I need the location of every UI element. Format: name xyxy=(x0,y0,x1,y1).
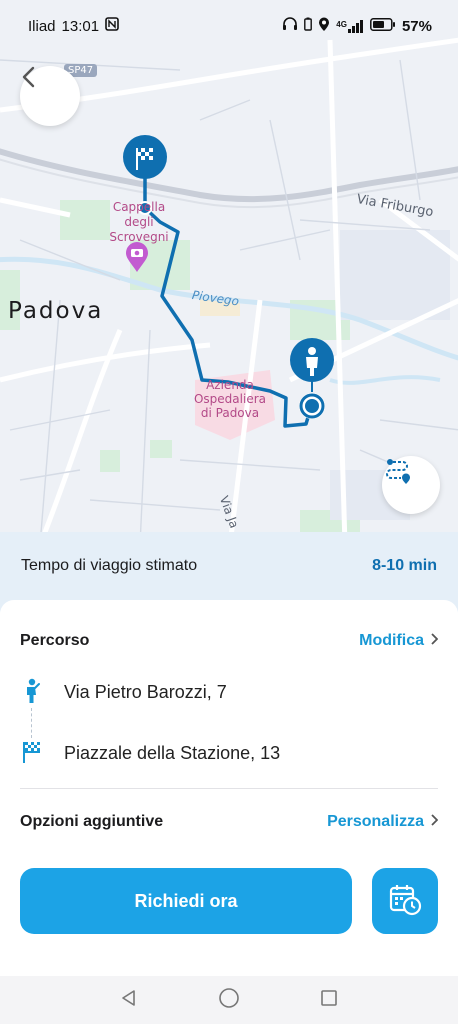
edit-route-link[interactable]: Modifica xyxy=(359,632,439,650)
route-connector xyxy=(31,708,32,738)
battery-percent: 57% xyxy=(401,17,432,35)
map-label-cappella: Cappella degli Scrovegni xyxy=(109,200,169,244)
headphones-icon xyxy=(282,17,298,35)
map-view[interactable]: SP47 Via Friburgo Piovego Padova Cappell… xyxy=(0,0,458,545)
divider xyxy=(20,788,438,789)
clock: 13:01 xyxy=(61,17,100,35)
request-now-button[interactable]: Richiedi ora xyxy=(20,868,352,934)
location-icon xyxy=(318,17,330,36)
map-label-azienda: Azienda Ospedaliera di Padova xyxy=(193,378,266,420)
battery-icon xyxy=(370,17,396,35)
battery-saver-icon xyxy=(304,17,313,35)
options-header: Opzioni aggiuntive Personalizza xyxy=(20,813,439,831)
map-label-city: Padova xyxy=(8,298,104,324)
nav-back-icon[interactable] xyxy=(119,988,139,1013)
signal-icon: 4G xyxy=(336,19,364,33)
status-bar: Iliad 13:01 4G 57% xyxy=(0,0,458,52)
chevron-right-icon xyxy=(430,813,439,831)
nfc-icon xyxy=(105,17,119,35)
options-title: Opzioni aggiuntive xyxy=(20,813,164,830)
pedestrian-icon xyxy=(22,678,40,709)
nav-recents-icon[interactable] xyxy=(319,988,339,1013)
schedule-button[interactable] xyxy=(372,868,438,934)
origin-address[interactable]: Via Pietro Barozzi, 7 xyxy=(64,682,227,703)
back-button[interactable] xyxy=(20,66,80,126)
destination-address[interactable]: Piazzale della Stazione, 13 xyxy=(64,743,280,764)
system-nav-bar xyxy=(0,976,458,1024)
eta-value: 8-10 min xyxy=(372,557,437,574)
chevron-right-icon xyxy=(430,632,439,650)
calendar-clock-icon xyxy=(388,882,422,921)
route-overview-button[interactable] xyxy=(382,456,440,514)
route-header: Percorso Modifica xyxy=(20,632,439,650)
eta-label: Tempo di viaggio stimato xyxy=(21,557,198,574)
nav-home-icon[interactable] xyxy=(218,987,240,1014)
booking-sheet: Percorso Modifica Via Pietro Barozzi, 7 … xyxy=(0,600,458,976)
carrier-label: Iliad xyxy=(28,17,56,35)
customize-link[interactable]: Personalizza xyxy=(327,813,439,831)
route-title: Percorso xyxy=(20,632,90,649)
finish-flag-icon xyxy=(22,740,42,769)
